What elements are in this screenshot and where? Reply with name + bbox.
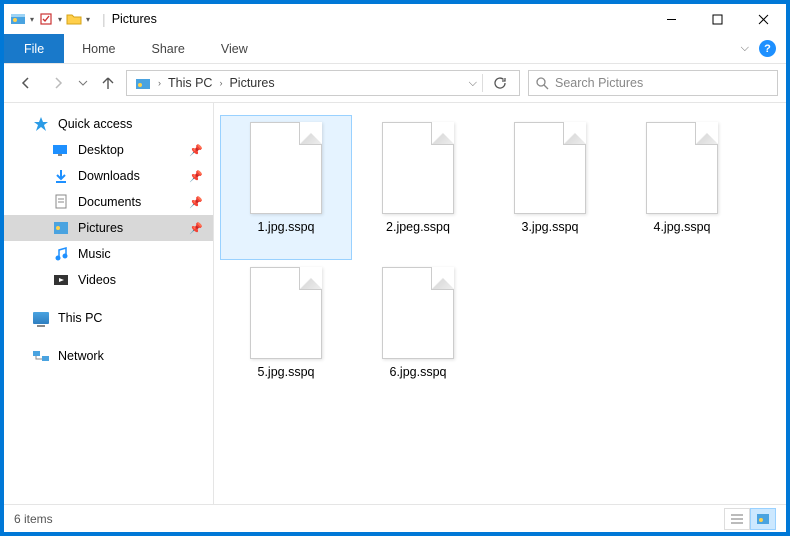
sidebar-item-label: Desktop — [78, 143, 185, 157]
sidebar-item-videos[interactable]: Videos — [4, 267, 213, 293]
ribbon-expand-icon[interactable]: ⌵ — [741, 42, 749, 55]
forward-button[interactable] — [44, 69, 72, 97]
sidebar-item-network[interactable]: Network — [4, 343, 213, 369]
tab-home[interactable]: Home — [64, 34, 133, 63]
sidebar: Quick access Desktop 📌 Downloads 📌 Documents 📌… — [4, 103, 214, 504]
ribbon: File Home Share View ⌵ ? — [4, 34, 786, 64]
back-button[interactable] — [12, 69, 40, 97]
sidebar-item-label: Documents — [78, 195, 185, 209]
sidebar-item-label: Quick access — [58, 117, 203, 131]
file-item[interactable]: 2.jpeg.sspq — [352, 115, 484, 260]
chevron-right-icon[interactable]: › — [216, 78, 225, 88]
qat-dropdown-icon[interactable]: ▾ — [30, 15, 34, 24]
file-thumb-icon — [382, 267, 454, 359]
sidebar-item-downloads[interactable]: Downloads 📌 — [4, 163, 213, 189]
qat-customize-icon[interactable]: ▾ — [86, 15, 90, 24]
file-name: 5.jpg.sspq — [258, 365, 315, 381]
sidebar-item-quickaccess[interactable]: Quick access — [4, 111, 213, 137]
file-name: 3.jpg.sspq — [522, 220, 579, 236]
file-item[interactable]: 4.jpg.sspq — [616, 115, 748, 260]
up-button[interactable] — [94, 69, 122, 97]
file-name: 4.jpg.sspq — [654, 220, 711, 236]
breadcrumb-dropdown-icon[interactable]: ⌵ — [466, 77, 480, 90]
view-toggle — [724, 508, 776, 530]
sidebar-item-label: Network — [58, 349, 203, 363]
downloads-icon — [52, 167, 70, 185]
view-large-icons-button[interactable] — [750, 508, 776, 530]
chevron-right-icon[interactable]: › — [155, 78, 164, 88]
file-thumb-icon — [250, 267, 322, 359]
sidebar-item-label: Music — [78, 247, 203, 261]
file-item[interactable]: 5.jpg.sspq — [220, 260, 352, 405]
sidebar-item-label: Videos — [78, 273, 203, 287]
titlebar-sep: | — [102, 11, 106, 27]
file-thumb-icon — [382, 122, 454, 214]
sidebar-item-label: Pictures — [78, 221, 185, 235]
qat: ▾ ▾ ▾ — [4, 11, 96, 27]
desktop-icon — [52, 141, 70, 159]
pictures-icon — [52, 219, 70, 237]
properties-icon[interactable] — [38, 11, 54, 27]
qat-dropdown2-icon[interactable]: ▾ — [58, 15, 62, 24]
statusbar: 6 items — [4, 504, 786, 532]
sidebar-item-thispc[interactable]: This PC — [4, 305, 213, 331]
file-name: 1.jpg.sspq — [258, 220, 315, 236]
content-area: Quick access Desktop 📌 Downloads 📌 Documents 📌… — [4, 102, 786, 504]
file-item[interactable]: 3.jpg.sspq — [484, 115, 616, 260]
music-icon — [52, 245, 70, 263]
sidebar-item-music[interactable]: Music — [4, 241, 213, 267]
file-thumb-icon — [646, 122, 718, 214]
minimize-button[interactable] — [648, 4, 694, 34]
app-icon — [10, 11, 26, 27]
tab-view[interactable]: View — [203, 34, 266, 63]
sidebar-item-label: Downloads — [78, 169, 185, 183]
videos-icon — [52, 271, 70, 289]
breadcrumb-item-pictures[interactable]: Pictures — [225, 76, 278, 90]
help-icon[interactable]: ? — [759, 40, 776, 57]
breadcrumb-root[interactable] — [131, 76, 155, 90]
search-icon — [535, 76, 549, 90]
file-thumb-icon — [250, 122, 322, 214]
file-item[interactable]: 6.jpg.sspq — [352, 260, 484, 405]
sidebar-item-desktop[interactable]: Desktop 📌 — [4, 137, 213, 163]
pin-icon: 📌 — [189, 222, 203, 235]
documents-icon — [52, 193, 70, 211]
maximize-button[interactable] — [694, 4, 740, 34]
file-item[interactable]: 1.jpg.sspq — [220, 115, 352, 260]
window-title: Pictures — [112, 12, 157, 26]
sidebar-item-label: This PC — [58, 311, 203, 325]
pin-icon: 📌 — [189, 196, 203, 209]
breadcrumb[interactable]: › This PC › Pictures ⌵ — [126, 70, 520, 96]
sidebar-item-documents[interactable]: Documents 📌 — [4, 189, 213, 215]
file-tab[interactable]: File — [4, 34, 64, 63]
folder-small-icon[interactable] — [66, 11, 82, 27]
file-name: 6.jpg.sspq — [390, 365, 447, 381]
quickaccess-icon — [32, 115, 50, 133]
thispc-icon — [32, 309, 50, 327]
titlebar: ▾ ▾ ▾ | Pictures — [4, 4, 786, 34]
file-thumb-icon — [514, 122, 586, 214]
files-pane[interactable]: 1.jpg.sspq 2.jpeg.sspq 3.jpg.sspq 4.jpg.ssp… — [214, 103, 786, 504]
network-icon — [32, 347, 50, 365]
refresh-button[interactable] — [485, 70, 515, 96]
addressbar: › This PC › Pictures ⌵ Search Pictures — [4, 64, 786, 102]
tab-share[interactable]: Share — [134, 34, 203, 63]
close-button[interactable] — [740, 4, 786, 34]
sidebar-item-pictures[interactable]: Pictures 📌 — [4, 215, 213, 241]
recent-dropdown[interactable] — [76, 69, 90, 97]
view-details-button[interactable] — [724, 508, 750, 530]
status-count: 6 items — [14, 512, 53, 526]
search-input[interactable]: Search Pictures — [528, 70, 778, 96]
pin-icon: 📌 — [189, 170, 203, 183]
pin-icon: 📌 — [189, 144, 203, 157]
file-name: 2.jpeg.sspq — [386, 220, 450, 236]
search-placeholder: Search Pictures — [555, 76, 643, 90]
breadcrumb-item-thispc[interactable]: This PC — [164, 76, 216, 90]
explorer-window: ▾ ▾ ▾ | Pictures File Home Share View ⌵ … — [4, 4, 786, 532]
